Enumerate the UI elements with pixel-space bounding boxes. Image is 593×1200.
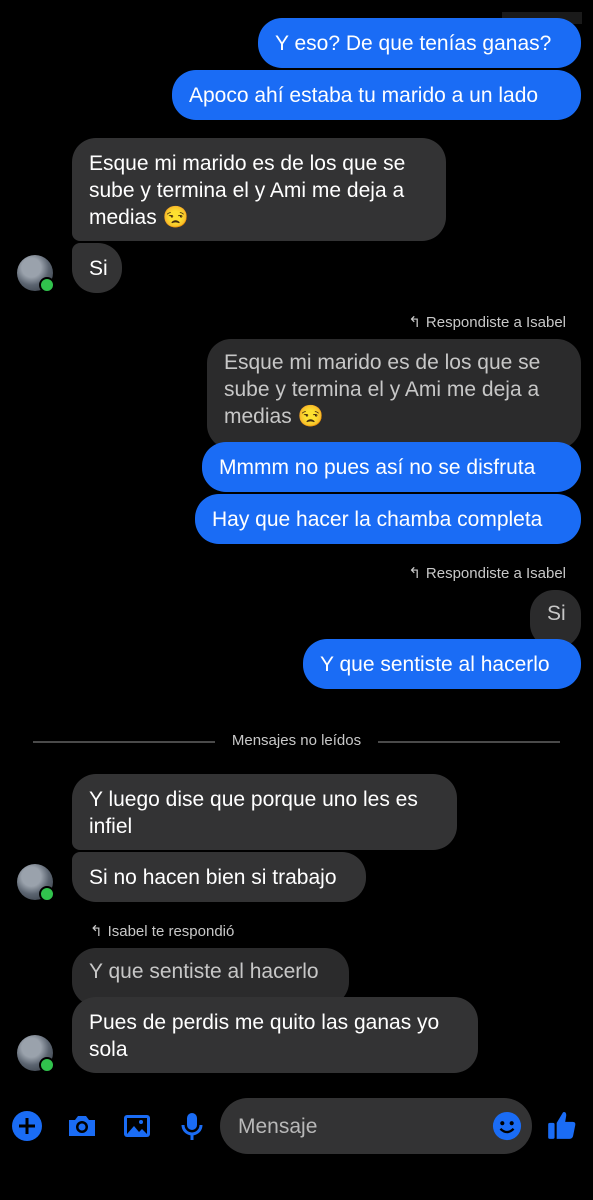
- contact-avatar[interactable]: [17, 255, 55, 293]
- divider-line-right: [378, 741, 560, 743]
- reply-indicator: ↰ Isabel te respondió: [90, 922, 235, 941]
- reply-indicator: ↰ Respondiste a Isabel: [408, 313, 566, 332]
- message-incoming[interactable]: Esque mi marido es de los que se sube y …: [72, 138, 446, 241]
- contact-avatar[interactable]: [17, 864, 55, 902]
- message-incoming[interactable]: Pues de perdis me quito las ganas yo sol…: [72, 997, 478, 1073]
- message-incoming[interactable]: Si: [72, 243, 122, 293]
- plus-icon[interactable]: [11, 1110, 43, 1142]
- reply-arrow-icon: ↰: [408, 314, 421, 331]
- message-outgoing[interactable]: Hay que hacer la chamba completa: [195, 494, 581, 544]
- online-status-dot: [39, 277, 55, 293]
- online-status-dot: [39, 886, 55, 902]
- online-status-dot: [39, 1057, 55, 1073]
- reply-indicator: ↰ Respondiste a Isabel: [408, 564, 566, 583]
- thumbs-up-icon[interactable]: [545, 1108, 579, 1142]
- reply-indicator-text: Respondiste a Isabel: [425, 313, 566, 331]
- message-composer: [220, 1098, 532, 1156]
- reply-arrow-icon: ↰: [90, 923, 103, 940]
- image-icon[interactable]: [121, 1110, 153, 1142]
- emoji-icon[interactable]: [492, 1111, 522, 1141]
- message-outgoing[interactable]: Apoco ahí estaba tu marido a un lado: [172, 70, 581, 120]
- reply-arrow-icon: ↰: [408, 565, 421, 582]
- quoted-message[interactable]: Esque mi marido es de los que se sube y …: [207, 339, 581, 449]
- message-incoming[interactable]: Y luego dise que porque uno les es infie…: [72, 774, 457, 850]
- contact-avatar[interactable]: [17, 1035, 55, 1073]
- message-outgoing[interactable]: Y eso? De que tenías ganas?: [258, 18, 581, 68]
- reply-indicator-text: Respondiste a Isabel: [425, 564, 566, 582]
- camera-icon[interactable]: [66, 1110, 98, 1142]
- message-incoming[interactable]: Si no hacen bien si trabajo: [72, 852, 366, 902]
- message-input[interactable]: [236, 1098, 480, 1156]
- message-outgoing[interactable]: Mmmm no pues así no se disfruta: [202, 442, 581, 492]
- message-outgoing[interactable]: Y que sentiste al hacerlo: [303, 639, 581, 689]
- reply-indicator-text: Isabel te respondió: [107, 922, 235, 940]
- microphone-icon[interactable]: [176, 1110, 208, 1142]
